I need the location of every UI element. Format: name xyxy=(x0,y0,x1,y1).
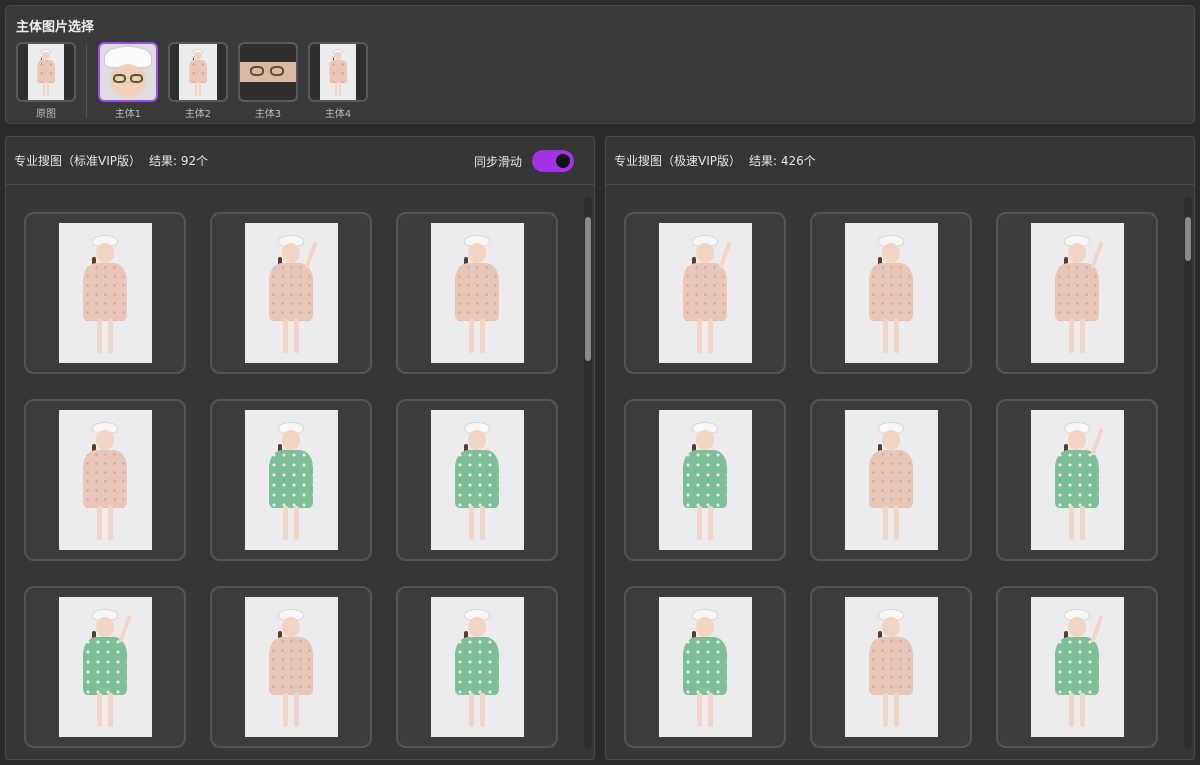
result-card[interactable] xyxy=(210,586,372,748)
result-card[interactable] xyxy=(624,212,786,374)
subject-thumb-3[interactable]: 主体3 xyxy=(238,42,298,120)
thumb-image xyxy=(238,42,298,102)
result-card[interactable] xyxy=(396,399,558,561)
standard-results-panel: 专业搜图（标准VIP版） 结果: 92个 同步滑动 xyxy=(5,136,595,760)
result-photo xyxy=(658,410,752,550)
result-photo xyxy=(244,223,338,363)
result-card[interactable] xyxy=(396,212,558,374)
result-photo xyxy=(1030,410,1124,550)
scroll-thumb[interactable] xyxy=(1185,217,1191,261)
scrollbar[interactable] xyxy=(1184,197,1192,749)
result-grid xyxy=(6,186,580,759)
result-photo xyxy=(844,223,938,363)
thumb-label: 主体1 xyxy=(114,109,142,120)
fast-results-panel: 专业搜图（极速VIP版） 结果: 426个 xyxy=(605,136,1195,760)
result-count: 结果: 92个 xyxy=(149,154,209,168)
subject-thumb-2[interactable]: 主体2 xyxy=(168,42,228,120)
scrollbar[interactable] xyxy=(584,197,592,749)
panel-title: 专业搜图（极速VIP版） xyxy=(614,154,741,168)
glasses-crop xyxy=(240,62,296,82)
thumb-label: 原图 xyxy=(36,109,56,120)
result-card[interactable] xyxy=(810,586,972,748)
result-photo xyxy=(844,410,938,550)
result-photo xyxy=(430,597,524,737)
result-photo xyxy=(1030,223,1124,363)
thumb-image xyxy=(16,42,76,102)
subject-thumb-1[interactable]: 主体1 xyxy=(98,42,158,120)
subject-thumb-4[interactable]: 主体4 xyxy=(308,42,368,120)
thumb-label: 主体4 xyxy=(324,109,352,120)
result-count: 结果: 426个 xyxy=(749,154,816,168)
panel-header: 专业搜图（标准VIP版） 结果: 92个 同步滑动 xyxy=(6,137,594,185)
result-card[interactable] xyxy=(396,586,558,748)
sync-scroll-control: 同步滑动 xyxy=(474,150,574,172)
result-grid xyxy=(606,186,1180,759)
selector-title: 主体图片选择 xyxy=(16,20,95,35)
result-photo xyxy=(28,44,64,100)
subject-thumb-0[interactable]: 原图 xyxy=(16,42,76,120)
thumb-label: 主体2 xyxy=(184,109,212,120)
result-card[interactable] xyxy=(210,399,372,561)
result-photo xyxy=(430,223,524,363)
thumb-label: 主体3 xyxy=(254,109,282,120)
thumb-image xyxy=(168,42,228,102)
result-card[interactable] xyxy=(24,399,186,561)
result-photo xyxy=(658,223,752,363)
thumb-image xyxy=(98,42,158,102)
result-card[interactable] xyxy=(996,399,1158,561)
sync-scroll-toggle[interactable] xyxy=(532,150,574,172)
result-photo xyxy=(179,44,217,100)
result-photo xyxy=(1030,597,1124,737)
result-photo xyxy=(100,44,156,100)
panel-title: 专业搜图（标准VIP版） xyxy=(14,154,141,168)
result-photo xyxy=(658,597,752,737)
result-photo xyxy=(58,597,152,737)
result-card[interactable] xyxy=(996,586,1158,748)
result-photo xyxy=(244,597,338,737)
result-card[interactable] xyxy=(810,212,972,374)
result-card[interactable] xyxy=(810,399,972,561)
result-photo xyxy=(244,410,338,550)
result-card[interactable] xyxy=(210,212,372,374)
result-card[interactable] xyxy=(624,399,786,561)
sync-label: 同步滑动 xyxy=(473,154,522,169)
result-photo xyxy=(430,410,524,550)
result-photo xyxy=(844,597,938,737)
result-photo xyxy=(320,44,356,100)
divider xyxy=(86,44,87,118)
scroll-thumb[interactable] xyxy=(585,217,591,361)
result-photo xyxy=(58,410,152,550)
thumb-image xyxy=(308,42,368,102)
subject-selector-panel: 主体图片选择 原图 主体1 主体2 主体3 主体4 xyxy=(5,5,1195,124)
toggle-knob xyxy=(556,154,570,168)
result-card[interactable] xyxy=(996,212,1158,374)
result-photo xyxy=(58,223,152,363)
result-card[interactable] xyxy=(624,586,786,748)
result-card[interactable] xyxy=(24,586,186,748)
result-card[interactable] xyxy=(24,212,186,374)
panel-header: 专业搜图（极速VIP版） 结果: 426个 xyxy=(606,137,1194,185)
